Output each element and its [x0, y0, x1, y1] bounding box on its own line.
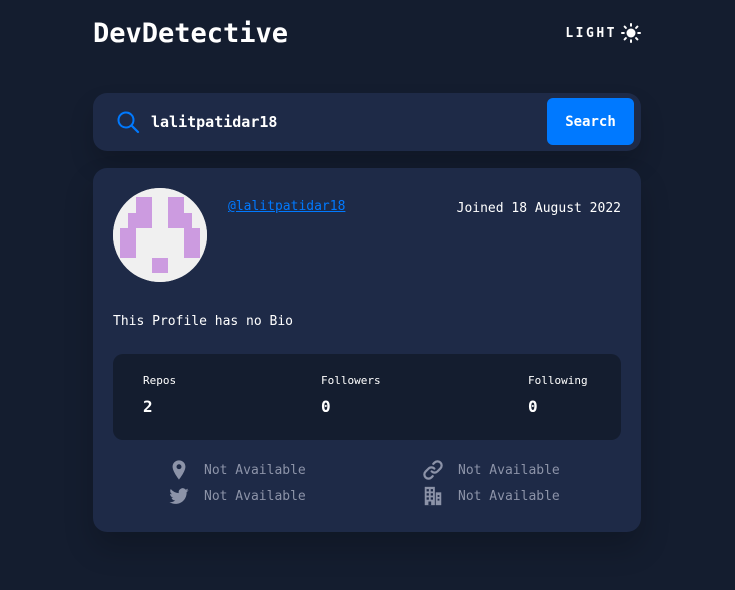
- avatar: [113, 188, 207, 282]
- stat-repos: Repos 2: [143, 374, 176, 416]
- website-text: Not Available: [458, 462, 560, 478]
- search-button[interactable]: Search: [547, 98, 634, 145]
- stat-value: 0: [528, 397, 538, 416]
- search-input[interactable]: [151, 109, 531, 135]
- joined-date: Joined 18 August 2022: [456, 201, 621, 216]
- identicon-avatar: [113, 188, 207, 282]
- profile-username-link[interactable]: @lalitpatidar18: [228, 199, 345, 214]
- stat-label: Repos: [143, 374, 177, 387]
- app-logo: DevDetective: [93, 18, 289, 49]
- location-link: Not Available: [168, 459, 306, 481]
- building-icon: [424, 486, 442, 506]
- stat-following: Following 0: [528, 374, 588, 416]
- stats-panel: Repos 2 Followers 0 Following 0: [113, 354, 621, 440]
- twitter-icon: [169, 488, 189, 504]
- stat-value: 2: [143, 397, 153, 416]
- company-text: Not Available: [458, 488, 560, 504]
- twitter-text: Not Available: [204, 488, 306, 504]
- stat-label: Following: [528, 374, 588, 387]
- stat-followers: Followers 0: [321, 374, 381, 416]
- location-pin-icon: [172, 460, 186, 480]
- website-link: Not Available: [422, 459, 560, 481]
- theme-toggle[interactable]: LIGHT: [565, 23, 641, 43]
- theme-label: LIGHT: [565, 25, 617, 41]
- profile-card: @lalitpatidar18 Joined 18 August 2022 Th…: [93, 168, 641, 532]
- search-bar: Search: [93, 93, 641, 151]
- sun-icon: [621, 23, 641, 43]
- profile-bio: This Profile has no Bio: [113, 314, 294, 329]
- app-header: DevDetective LIGHT: [93, 14, 641, 58]
- stat-label: Followers: [321, 374, 381, 387]
- location-text: Not Available: [204, 462, 306, 478]
- stat-value: 0: [321, 397, 331, 416]
- twitter-link: Not Available: [168, 485, 306, 507]
- search-icon: [117, 111, 140, 134]
- link-icon: [423, 460, 443, 480]
- company-link: Not Available: [422, 485, 560, 507]
